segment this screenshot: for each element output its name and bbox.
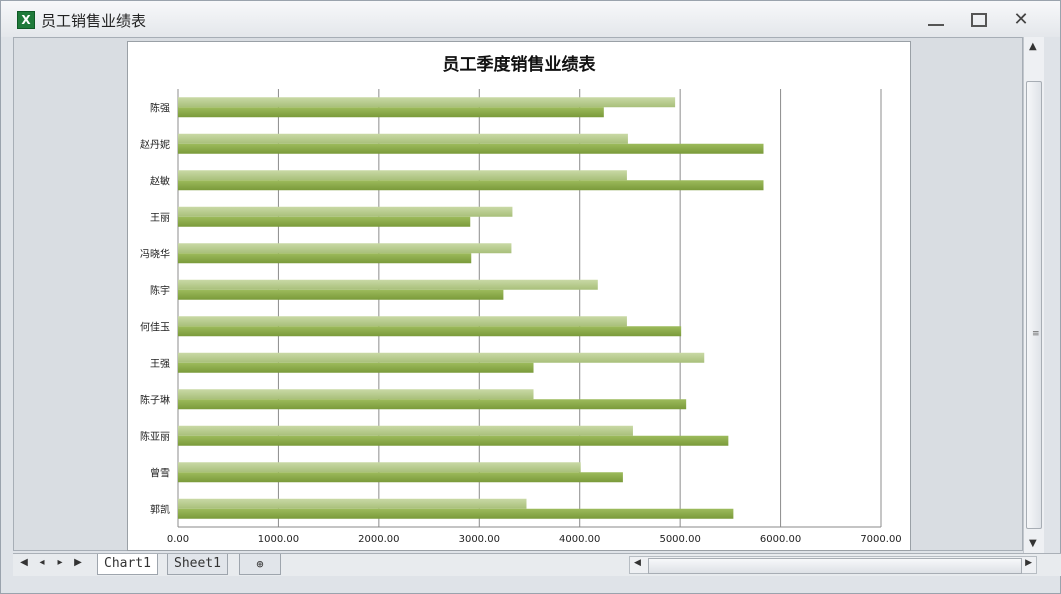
y-tick-label: 陈强 bbox=[150, 101, 170, 114]
insert-sheet-icon[interactable]: ⊕ bbox=[239, 554, 281, 575]
bar bbox=[178, 316, 627, 327]
bar bbox=[178, 498, 527, 509]
scroll-down-icon[interactable]: ▼ bbox=[1029, 538, 1037, 549]
bar bbox=[178, 472, 623, 483]
bar bbox=[178, 253, 472, 264]
bar bbox=[178, 362, 534, 373]
bar bbox=[178, 326, 682, 337]
chart-area[interactable]: 员工季度销售业绩表 0.00 1000.00 2000.00 3000.00 4000.… bbox=[127, 41, 911, 551]
first-sheet-icon[interactable]: ◀ bbox=[17, 557, 31, 568]
bar-chart-plot: 0.00 1000.00 2000.00 3000.00 4000.00 5000.00 6… bbox=[140, 89, 902, 545]
bar bbox=[178, 508, 734, 519]
bar bbox=[178, 107, 604, 118]
prev-sheet-icon[interactable]: ◂ bbox=[35, 557, 49, 568]
y-tick-label: 曾雪 bbox=[150, 466, 170, 479]
bar bbox=[178, 279, 598, 290]
minimize-button[interactable] bbox=[921, 9, 949, 31]
x-tick-label: 6000.00 bbox=[760, 534, 801, 545]
horizontal-scroll-thumb[interactable] bbox=[648, 558, 1022, 574]
horizontal-scrollbar[interactable]: ◀ ▶ bbox=[629, 556, 1037, 574]
excel-app-icon: X bbox=[17, 11, 35, 29]
x-tick-label: 5000.00 bbox=[659, 534, 700, 545]
sheet-tab-bar: ◀ ◂ ▸ ▶ Chart1 Sheet1 ⊕ ◀ ▶ bbox=[13, 553, 1061, 576]
maximize-button[interactable] bbox=[965, 9, 993, 31]
close-button[interactable]: ✕ bbox=[1007, 9, 1035, 31]
next-sheet-icon[interactable]: ▸ bbox=[53, 557, 67, 568]
last-sheet-icon[interactable]: ▶ bbox=[71, 557, 85, 568]
x-tick-label: 7000.00 bbox=[860, 534, 901, 545]
x-tick-label: 1000.00 bbox=[258, 534, 299, 545]
y-tick-label: 陈亚丽 bbox=[140, 430, 170, 443]
x-tick-label: 4000.00 bbox=[559, 534, 600, 545]
scroll-up-icon[interactable]: ▲ bbox=[1029, 41, 1037, 52]
scroll-left-icon[interactable]: ◀ bbox=[634, 558, 641, 568]
bar bbox=[178, 389, 534, 400]
bar bbox=[178, 97, 676, 108]
bar bbox=[178, 206, 513, 217]
y-tick-label: 王强 bbox=[150, 358, 170, 370]
y-tick-label: 赵敏 bbox=[150, 174, 170, 187]
bar bbox=[178, 352, 705, 363]
tab-chart1[interactable]: Chart1 bbox=[97, 554, 158, 575]
bar bbox=[178, 289, 504, 300]
y-tick-label: 陈子琳 bbox=[140, 393, 170, 406]
bar bbox=[178, 133, 628, 144]
y-tick-label: 冯晓华 bbox=[140, 247, 170, 260]
window-title: 员工销售业绩表 bbox=[41, 12, 147, 30]
y-tick-label: 陈宇 bbox=[150, 284, 170, 297]
vertical-scrollbar[interactable]: ▲ ≡ ▼ bbox=[1023, 37, 1044, 553]
bar bbox=[178, 143, 764, 154]
bar bbox=[178, 243, 512, 254]
bar bbox=[178, 435, 729, 446]
x-tick-label: 0.00 bbox=[167, 534, 189, 545]
scroll-right-icon[interactable]: ▶ bbox=[1025, 558, 1032, 568]
vertical-scroll-thumb[interactable]: ≡ bbox=[1026, 81, 1042, 529]
title-bar: X 员工销售业绩表 ✕ bbox=[1, 1, 1060, 37]
x-tick-label: 3000.00 bbox=[459, 534, 500, 545]
excel-window: X 员工销售业绩表 ✕ 员工季度销售业绩表 0.00 1000.00 2000.00… bbox=[0, 0, 1061, 594]
bar bbox=[178, 399, 687, 410]
bar bbox=[178, 216, 471, 227]
bar bbox=[178, 425, 633, 436]
bar bbox=[178, 180, 764, 191]
tab-sheet1[interactable]: Sheet1 bbox=[167, 554, 228, 575]
y-tick-label: 何佳玉 bbox=[140, 320, 170, 333]
bar bbox=[178, 170, 627, 181]
x-tick-label: 2000.00 bbox=[358, 534, 399, 545]
y-tick-label: 王丽 bbox=[150, 213, 170, 224]
y-tick-label: 郭凯 bbox=[150, 503, 170, 516]
y-tick-label: 赵丹妮 bbox=[140, 138, 170, 151]
grip-icon: ≡ bbox=[1032, 329, 1040, 339]
bar bbox=[178, 462, 581, 473]
